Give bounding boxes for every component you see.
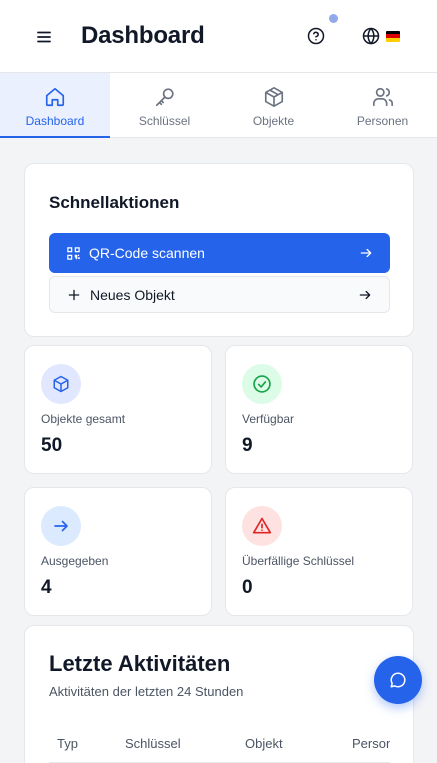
- de-flag-icon: [386, 30, 400, 42]
- arrow-right-icon: [41, 506, 81, 546]
- new-object-label: Neues Objekt: [90, 286, 175, 303]
- quick-actions-card: Schnellaktionen QR-Code scannen Neues Ob…: [24, 163, 414, 337]
- column-header-type[interactable]: Typ: [57, 736, 78, 751]
- activity-table-header: Typ Schlüssel Objekt Person: [49, 726, 390, 763]
- tab-label: Objekte: [252, 114, 295, 128]
- column-header-object[interactable]: Objekt: [245, 736, 283, 751]
- stat-value: 50: [41, 435, 63, 456]
- globe-icon: [362, 27, 380, 45]
- arrow-right-icon: [358, 245, 374, 261]
- quick-actions-title: Schnellaktionen: [49, 193, 180, 212]
- language-switcher[interactable]: [362, 26, 406, 46]
- column-header-key[interactable]: Schlüssel: [125, 736, 181, 751]
- box-icon: [41, 364, 81, 404]
- help-circle-icon[interactable]: [305, 25, 327, 47]
- stat-label: Verfügbar: [242, 412, 295, 426]
- box-icon: [264, 87, 283, 107]
- home-icon: [45, 87, 65, 107]
- check-circle-icon: [242, 364, 282, 404]
- stat-label: Objekte gesamt: [41, 412, 126, 426]
- stat-card-objects-total[interactable]: Objekte gesamt 50: [24, 345, 212, 474]
- tab-objekte[interactable]: Objekte: [219, 73, 328, 137]
- stat-card-available[interactable]: Verfügbar 9: [225, 345, 413, 474]
- stat-label: Überfällige Schlüssel: [242, 554, 355, 568]
- scan-qr-button[interactable]: QR-Code scannen: [49, 233, 390, 273]
- menu-icon[interactable]: [32, 27, 56, 47]
- stat-label: Ausgegeben: [41, 554, 109, 568]
- users-icon: [372, 87, 393, 107]
- alert-triangle-icon: [242, 506, 282, 546]
- column-header-person[interactable]: Person: [352, 736, 390, 751]
- stat-card-overdue[interactable]: Überfällige Schlüssel 0: [225, 487, 413, 616]
- qr-code-icon: [65, 245, 81, 261]
- recent-activity-card: Letzte Aktivitäten Aktivitäten der letzt…: [24, 625, 414, 763]
- activity-title: Letzte Aktivitäten: [49, 651, 231, 676]
- new-object-button[interactable]: Neues Objekt: [49, 276, 390, 313]
- app-header: Dashboard: [0, 0, 437, 73]
- notification-dot: [329, 14, 338, 23]
- tab-label: Schlüssel: [138, 114, 191, 128]
- arrow-right-icon: [357, 287, 373, 303]
- tab-dashboard[interactable]: Dashboard: [0, 73, 110, 138]
- tab-label: Dashboard: [25, 114, 85, 128]
- page-title: Dashboard: [81, 22, 205, 49]
- chat-icon: [390, 672, 406, 688]
- key-icon: [155, 88, 174, 107]
- tab-personen[interactable]: Personen: [328, 73, 437, 137]
- stat-card-issued[interactable]: Ausgegeben 4: [24, 487, 212, 616]
- main-tabs: Dashboard Schlüssel Objekte Personen: [0, 73, 437, 138]
- stat-value: 4: [41, 577, 52, 598]
- chat-button[interactable]: [374, 656, 422, 704]
- plus-icon: [66, 287, 82, 303]
- stat-value: 0: [242, 577, 253, 598]
- scan-qr-label: QR-Code scannen: [89, 245, 205, 261]
- tab-schluessel[interactable]: Schlüssel: [110, 73, 219, 137]
- activity-subtitle: Aktivitäten der letzten 24 Stunden: [49, 684, 244, 699]
- stat-value: 9: [242, 435, 253, 456]
- tab-label: Personen: [356, 114, 409, 128]
